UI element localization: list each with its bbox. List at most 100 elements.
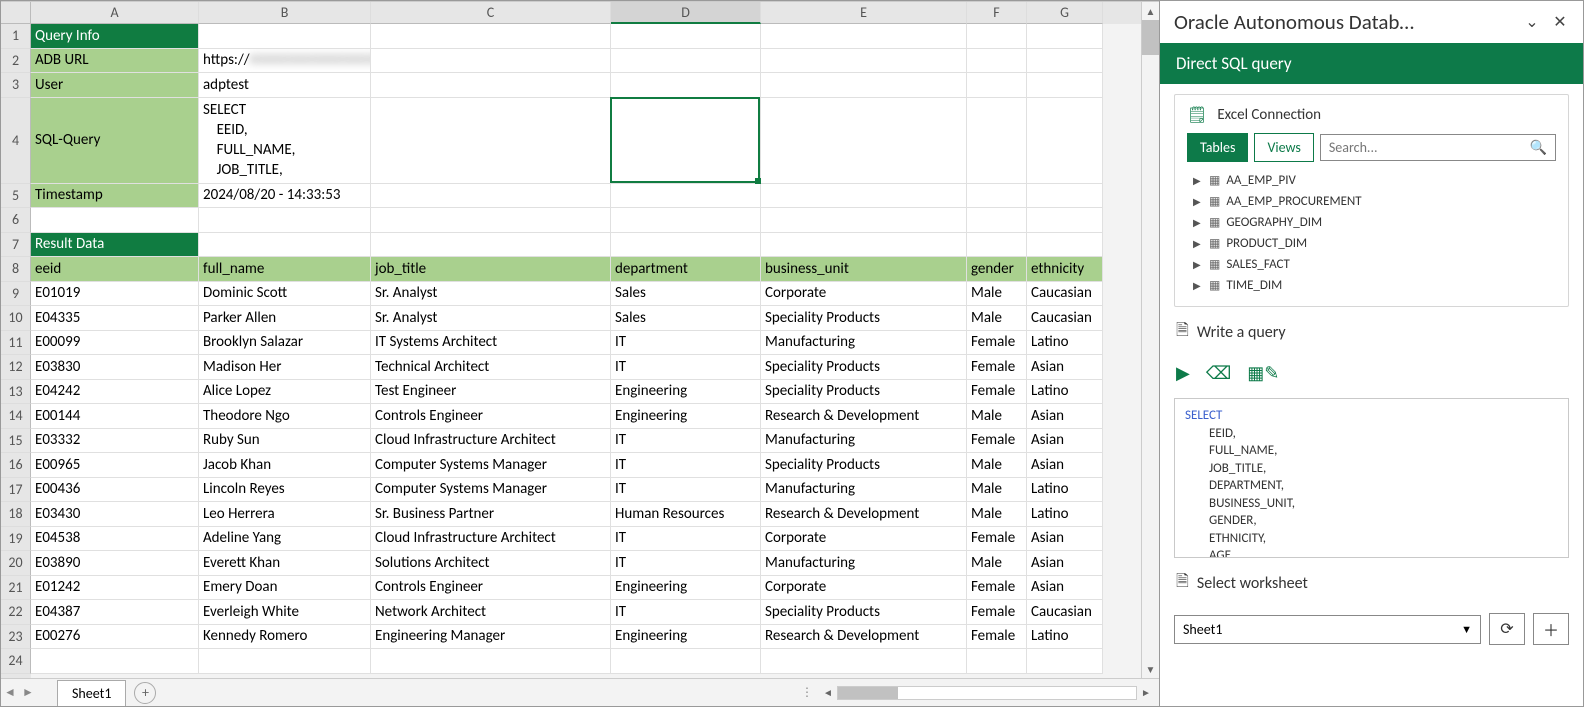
cell[interactable]: E04387 (31, 600, 199, 625)
cell[interactable]: Female (967, 576, 1027, 601)
column-header-E[interactable]: E (761, 2, 967, 24)
scroll-left-arrow[interactable]: ◄ (821, 686, 835, 699)
cell[interactable]: Engineering (611, 625, 761, 650)
cell[interactable]: Everett Khan (199, 551, 371, 576)
cell[interactable] (199, 233, 371, 258)
tree-item[interactable]: ▶▦GEOGRAPHY_DIM (1187, 212, 1556, 233)
cell[interactable]: Male (967, 502, 1027, 527)
cell[interactable] (371, 649, 611, 674)
tree-expand-icon[interactable]: ▶ (1193, 237, 1203, 250)
cell[interactable] (967, 98, 1027, 184)
cell[interactable]: Sales (611, 306, 761, 331)
cell[interactable] (611, 184, 761, 209)
cell[interactable]: Male (967, 453, 1027, 478)
column-header-G[interactable]: G (1027, 2, 1103, 24)
cell[interactable]: Engineering (611, 576, 761, 601)
cell[interactable]: Engineering (611, 404, 761, 429)
row-header[interactable]: 14 (1, 404, 31, 429)
cell[interactable]: IT Systems Architect (371, 331, 611, 356)
row-header[interactable]: 10 (1, 306, 31, 331)
cell[interactable]: Research & Development (761, 404, 967, 429)
cell[interactable]: Sr. Business Partner (371, 502, 611, 527)
cell[interactable]: Manufacturing (761, 429, 967, 454)
cell[interactable] (1027, 98, 1103, 184)
cell[interactable] (611, 73, 761, 98)
cell[interactable]: E03890 (31, 551, 199, 576)
tables-tab[interactable]: Tables (1187, 133, 1248, 162)
cell[interactable]: Brooklyn Salazar (199, 331, 371, 356)
select-all-corner[interactable] (1, 2, 31, 24)
cell[interactable] (1027, 24, 1103, 49)
row-header[interactable]: 2 (1, 49, 31, 74)
column-header-F[interactable]: F (967, 2, 1027, 24)
cell[interactable] (1027, 49, 1103, 74)
clear-query-button[interactable]: ⌫ (1206, 362, 1231, 384)
worksheet-select[interactable]: Sheet1 ▼ (1174, 615, 1481, 644)
cell[interactable]: IT (611, 453, 761, 478)
views-tab[interactable]: Views (1254, 133, 1313, 162)
cell[interactable]: gender (967, 257, 1027, 282)
row-header[interactable]: 16 (1, 453, 31, 478)
cell[interactable]: Sales (611, 282, 761, 307)
cell[interactable]: E01019 (31, 282, 199, 307)
cell[interactable]: IT (611, 478, 761, 503)
cell[interactable]: Asian (1027, 453, 1103, 478)
row-header[interactable]: 20 (1, 551, 31, 576)
cell[interactable] (611, 49, 761, 74)
cell[interactable]: Dominic Scott (199, 282, 371, 307)
cell[interactable]: Female (967, 380, 1027, 405)
cell[interactable]: Caucasian (1027, 282, 1103, 307)
cell[interactable]: Male (967, 306, 1027, 331)
cell[interactable]: Speciality Products (761, 380, 967, 405)
cell[interactable]: IT (611, 527, 761, 552)
cell[interactable]: Caucasian (1027, 600, 1103, 625)
cell[interactable]: E00436 (31, 478, 199, 503)
cell[interactable]: Asian (1027, 404, 1103, 429)
cell[interactable] (967, 49, 1027, 74)
cell[interactable] (967, 184, 1027, 209)
cell[interactable]: Manufacturing (761, 478, 967, 503)
row-header[interactable]: 1 (1, 24, 31, 49)
cell[interactable]: E03830 (31, 355, 199, 380)
tree-item[interactable]: ▶▦PRODUCT_DIM (1187, 233, 1556, 254)
row-header[interactable]: 23 (1, 625, 31, 650)
refresh-button[interactable]: ⟳ (1489, 613, 1525, 645)
row-header[interactable]: 21 (1, 576, 31, 601)
cell[interactable]: 2024/08/20 - 14:33:53 (199, 184, 371, 209)
column-header-A[interactable]: A (31, 2, 199, 24)
horizontal-scrollbar[interactable] (837, 686, 1137, 700)
cell[interactable]: Female (967, 429, 1027, 454)
tab-nav-prev[interactable]: ◄ (1, 685, 19, 700)
sql-editor[interactable]: SELECTEEID,FULL_NAME,JOB_TITLE,DEPARTMEN… (1174, 398, 1569, 558)
tree-item[interactable]: ▶▦AA_EMP_PIV (1187, 170, 1556, 191)
cell[interactable]: Computer Systems Manager (371, 453, 611, 478)
cell[interactable]: eeid (31, 257, 199, 282)
cell[interactable]: Corporate (761, 282, 967, 307)
cell[interactable]: Female (967, 527, 1027, 552)
cell[interactable]: Female (967, 625, 1027, 650)
cell[interactable]: E00099 (31, 331, 199, 356)
cell[interactable]: Male (967, 478, 1027, 503)
cell[interactable]: Asian (1027, 355, 1103, 380)
cell[interactable]: Controls Engineer (371, 404, 611, 429)
cell[interactable] (1027, 184, 1103, 209)
cell[interactable]: Query Info (31, 24, 199, 49)
cell[interactable]: Latino (1027, 478, 1103, 503)
cell[interactable]: https:// XXXXXXXXXXXXXXXXXXXXXXXXXXXXXXX… (199, 49, 371, 74)
cell[interactable]: Manufacturing (761, 551, 967, 576)
row-header[interactable]: 6 (1, 208, 31, 233)
cell[interactable]: Asian (1027, 429, 1103, 454)
tree-item[interactable]: ▶▦TIME_DIM (1187, 275, 1556, 296)
row-header[interactable]: 9 (1, 282, 31, 307)
cell[interactable] (1027, 233, 1103, 258)
cell[interactable]: Caucasian (1027, 306, 1103, 331)
cell[interactable]: User (31, 73, 199, 98)
cell[interactable]: E00276 (31, 625, 199, 650)
cell[interactable]: IT (611, 331, 761, 356)
cell[interactable]: IT (611, 551, 761, 576)
cell[interactable]: department (611, 257, 761, 282)
row-header[interactable]: 15 (1, 429, 31, 454)
cell[interactable] (1027, 73, 1103, 98)
cell[interactable]: SELECT EEID, FULL_NAME, JOB_TITLE, (199, 98, 371, 184)
cell[interactable] (761, 649, 967, 674)
